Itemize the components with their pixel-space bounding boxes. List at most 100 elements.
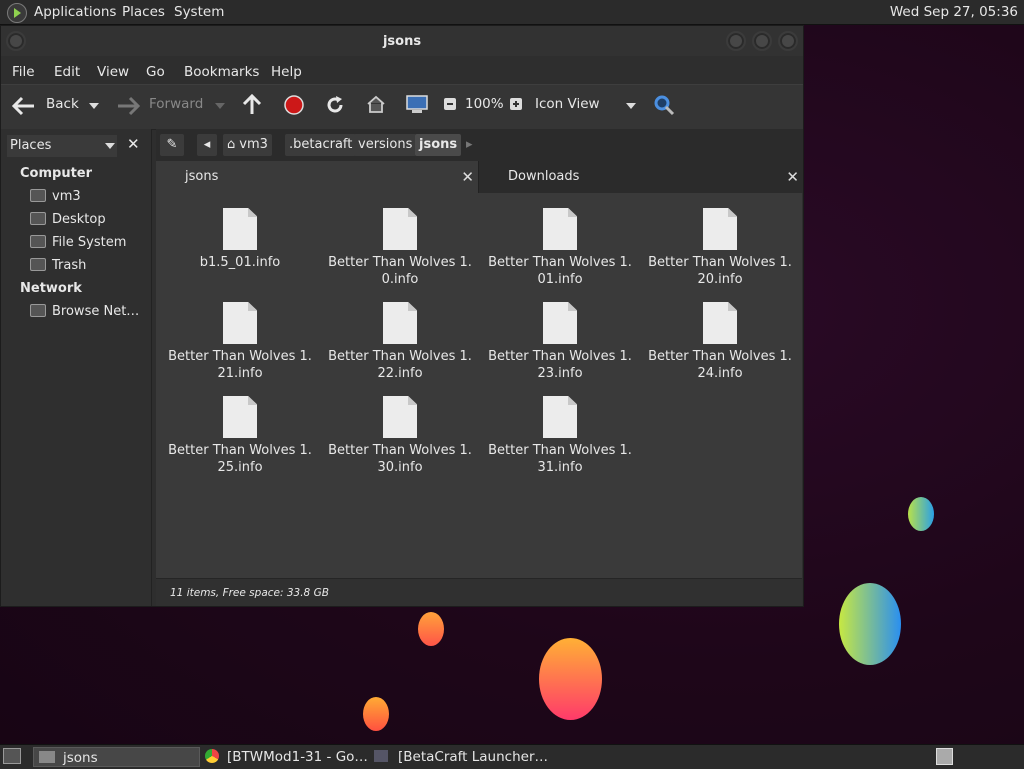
file-name: 30.info	[377, 460, 423, 475]
sidebar-item-vm3[interactable]: vm3	[30, 188, 81, 206]
menu-view[interactable]: View	[97, 64, 129, 80]
file-item[interactable]: Better Than Wolves 1. 21.info	[160, 302, 320, 382]
up-arrow-icon[interactable]	[242, 94, 262, 116]
java-app-icon	[374, 750, 388, 762]
search-icon[interactable]	[653, 94, 675, 116]
breadcrumb-jsons[interactable]: jsons	[415, 134, 462, 156]
menubar: File Edit View Go Bookmarks Help	[1, 56, 803, 84]
desktop-bubble	[363, 697, 389, 731]
file-name: 01.info	[537, 272, 583, 287]
file-item[interactable]: Better Than Wolves 1. 31.info	[480, 396, 640, 476]
maximize-button[interactable]	[752, 31, 772, 51]
taskbar-item-betacraft[interactable]: [BetaCraft Launcher…	[374, 747, 548, 767]
menu-system[interactable]: System	[174, 4, 224, 20]
file-item[interactable]: Better Than Wolves 1. 23.info	[480, 302, 640, 382]
desktop-bubble	[908, 497, 934, 531]
view-mode-select[interactable]: Icon View	[535, 96, 600, 112]
zoom-out-icon[interactable]	[443, 97, 457, 111]
distro-logo-icon[interactable]	[7, 3, 27, 23]
document-icon	[543, 302, 577, 344]
sidebar-selector[interactable]: Places	[7, 135, 117, 157]
menu-help[interactable]: Help	[271, 64, 302, 80]
file-item[interactable]: b1.5_01.info	[160, 208, 320, 271]
breadcrumb-betacraft[interactable]: .betacraft	[285, 134, 357, 156]
zoom-level: 100%	[465, 96, 504, 112]
file-name: 24.info	[697, 366, 743, 381]
file-name: Better Than Wolves 1.	[648, 349, 792, 364]
workspace-switcher[interactable]	[936, 748, 953, 765]
task-label: [BTWMod1-31 - Go…	[227, 749, 368, 765]
back-history-dropdown-icon[interactable]	[89, 103, 99, 109]
file-name: 25.info	[217, 460, 263, 475]
status-bar: 11 items, Free space: 33.8 GB	[156, 578, 802, 606]
sidebar-selector-dropdown-icon[interactable]	[105, 143, 115, 149]
taskbar: jsons [BTWMod1-31 - Go… [BetaCraft Launc…	[0, 744, 1024, 769]
minimize-button[interactable]	[726, 31, 746, 51]
zoom-in-icon[interactable]	[509, 97, 523, 111]
file-item[interactable]: Better Than Wolves 1. 30.info	[320, 396, 480, 476]
forward-arrow-icon[interactable]	[116, 96, 140, 116]
document-icon	[543, 208, 577, 250]
sidebar-item-browse-network[interactable]: Browse Net…	[30, 303, 139, 321]
close-tab-icon[interactable]: ✕	[786, 161, 799, 193]
forward-button[interactable]: Forward	[149, 96, 203, 112]
file-name: 20.info	[697, 272, 743, 287]
edit-location-icon[interactable]: ✎	[160, 134, 184, 156]
sidebar-item-trash[interactable]: Trash	[30, 257, 86, 275]
show-desktop-icon[interactable]	[3, 748, 21, 764]
menu-bookmarks[interactable]: Bookmarks	[184, 64, 259, 80]
sidebar-close-icon[interactable]: ✕	[127, 135, 140, 153]
sidebar-item-desktop[interactable]: Desktop	[30, 211, 106, 229]
view-mode-dropdown-icon[interactable]	[626, 103, 636, 109]
breadcrumb-label: vm3	[239, 137, 268, 152]
sidebar-item-file-system[interactable]: File System	[30, 234, 126, 252]
breadcrumb-versions[interactable]: versions	[354, 134, 417, 156]
stop-icon[interactable]	[284, 95, 304, 115]
back-arrow-icon[interactable]	[12, 96, 36, 116]
close-tab-icon[interactable]: ✕	[461, 161, 474, 193]
tab-label: jsons	[185, 169, 219, 184]
menu-go[interactable]: Go	[146, 64, 165, 80]
file-name: Better Than Wolves 1.	[328, 443, 472, 458]
file-item[interactable]: Better Than Wolves 1. 24.info	[640, 302, 800, 382]
file-name: Better Than Wolves 1.	[648, 255, 792, 270]
breadcrumb-right-arrow-icon[interactable]: ▸	[466, 137, 473, 152]
home-icon[interactable]	[366, 95, 386, 113]
file-item[interactable]: Better Than Wolves 1. 20.info	[640, 208, 800, 288]
file-name: Better Than Wolves 1.	[328, 349, 472, 364]
tab-downloads[interactable]: Downloads ✕	[478, 161, 803, 193]
taskbar-item-jsons[interactable]: jsons	[33, 747, 200, 767]
menu-file[interactable]: File	[12, 64, 35, 80]
file-name: Better Than Wolves 1.	[168, 443, 312, 458]
file-name: Better Than Wolves 1.	[488, 255, 632, 270]
back-button[interactable]: Back	[46, 96, 79, 112]
menu-edit[interactable]: Edit	[54, 64, 80, 80]
file-item[interactable]: Better Than Wolves 1. 22.info	[320, 302, 480, 382]
menu-places[interactable]: Places	[122, 4, 165, 20]
file-item[interactable]: Better Than Wolves 1. 0.info	[320, 208, 480, 288]
forward-history-dropdown-icon[interactable]	[215, 103, 225, 109]
sidebar-section-computer: Computer	[20, 166, 93, 181]
file-name: 31.info	[537, 460, 583, 475]
file-name: 21.info	[217, 366, 263, 381]
file-item[interactable]: Better Than Wolves 1. 01.info	[480, 208, 640, 288]
reload-icon[interactable]	[325, 95, 345, 115]
taskbar-item-browser[interactable]: [BTWMod1-31 - Go…	[205, 747, 368, 767]
breadcrumb-left-arrow-icon[interactable]: ◂	[197, 134, 217, 156]
file-item[interactable]: Better Than Wolves 1. 25.info	[160, 396, 320, 476]
menu-applications[interactable]: Applications	[34, 4, 116, 20]
clock[interactable]: Wed Sep 27, 05:36	[890, 4, 1018, 20]
sidebar: Places ✕ Computer vm3 Desktop File Syste…	[1, 129, 152, 606]
computer-icon[interactable]	[405, 94, 429, 116]
sidebar-item-label: Trash	[52, 258, 87, 273]
network-icon	[30, 304, 46, 317]
folder-icon	[39, 751, 55, 763]
home-folder-icon	[30, 189, 46, 202]
tab-jsons[interactable]: jsons ✕	[156, 161, 478, 193]
close-button[interactable]	[778, 31, 798, 51]
breadcrumb-vm3[interactable]: ⌂ vm3	[223, 134, 272, 156]
desktop-bubble	[539, 638, 602, 720]
sidebar-item-label: Desktop	[52, 212, 106, 227]
location-bar: ✎ ◂ ⌂ vm3 .betacraft versions jsons ▸	[156, 129, 803, 161]
window-titlebar[interactable]: jsons	[1, 26, 803, 56]
